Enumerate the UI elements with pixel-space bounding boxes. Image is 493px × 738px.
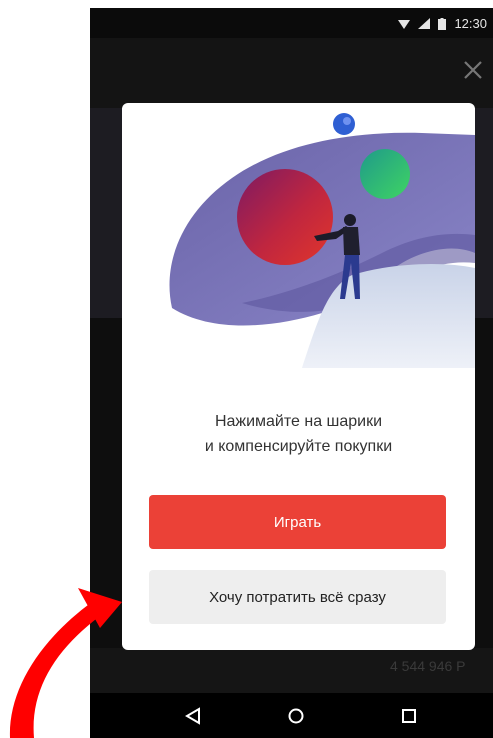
background-amount: 4 544 946 P <box>390 658 466 674</box>
message-line-2: и компенсируйте покупки <box>204 438 393 455</box>
play-button[interactable]: Играть <box>149 495 446 549</box>
back-icon[interactable] <box>180 703 206 729</box>
app-bar <box>90 38 493 108</box>
promo-dialog: Нажимайте на шарики и компенсируйте поку… <box>122 103 475 650</box>
status-time: 12:30 <box>454 16 487 31</box>
status-bar: 12:30 <box>90 8 493 38</box>
dialog-message: Нажимайте на шарики и компенсируйте поку… <box>122 409 475 459</box>
balls-illustration <box>169 113 475 368</box>
annotation-arrow <box>9 588 122 738</box>
spend-all-button[interactable]: Хочу потратить всё сразу <box>149 570 446 624</box>
home-icon[interactable] <box>283 703 309 729</box>
navigation-bar <box>90 693 493 738</box>
close-icon[interactable] <box>461 58 485 82</box>
recents-icon[interactable] <box>396 703 422 729</box>
signal-icon <box>418 17 431 30</box>
message-line-1: Нажимайте на шарики <box>214 413 383 430</box>
battery-icon <box>438 17 447 30</box>
wifi-icon <box>398 18 411 30</box>
